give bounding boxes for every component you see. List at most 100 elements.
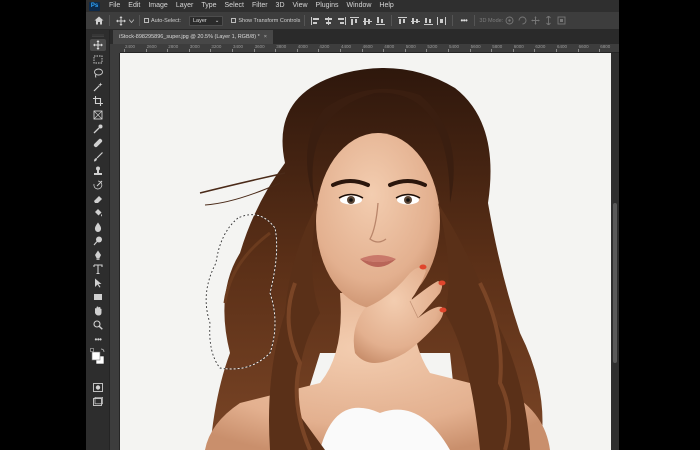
type-tool[interactable] bbox=[90, 263, 106, 275]
eyedropper-icon bbox=[93, 124, 103, 134]
auto-select-checkbox[interactable]: Auto-Select: bbox=[144, 18, 181, 24]
ruler-tick-label: 3600 bbox=[254, 44, 265, 49]
menu-window[interactable]: Window bbox=[343, 0, 376, 12]
auto-select-target-dropdown[interactable]: Layer ⌄ bbox=[188, 15, 224, 26]
ruler-tick-label: 6000 bbox=[513, 44, 524, 49]
scrollbar-thumb[interactable] bbox=[613, 203, 617, 363]
bucket-icon bbox=[93, 208, 103, 218]
3d-slide-icon[interactable] bbox=[543, 16, 554, 26]
menu-view[interactable]: View bbox=[289, 0, 312, 12]
3d-pan-icon[interactable] bbox=[530, 16, 541, 26]
horizontal-ruler[interactable]: 2400 2600 2800 3000 3200 3400 3600 3800 4000 4200… bbox=[120, 44, 619, 53]
ruler-tick-mark bbox=[556, 49, 557, 52]
zoom-tool[interactable] bbox=[90, 319, 106, 331]
ruler-tick-label: 5400 bbox=[449, 44, 460, 49]
vertical-scrollbar[interactable] bbox=[611, 53, 619, 450]
history-brush-tool[interactable] bbox=[90, 179, 106, 191]
lasso-tool[interactable] bbox=[90, 67, 106, 79]
align-right-icon[interactable] bbox=[336, 16, 347, 26]
distribute-bottom-icon[interactable] bbox=[423, 16, 434, 26]
blur-tool[interactable] bbox=[90, 221, 106, 233]
align-top-icon[interactable] bbox=[349, 16, 360, 26]
menu-select[interactable]: Select bbox=[221, 0, 248, 12]
show-transform-controls-checkbox[interactable]: Show Transform Controls bbox=[231, 18, 300, 24]
align-center-h-icon[interactable] bbox=[323, 16, 334, 26]
distribute-top-icon[interactable] bbox=[397, 16, 408, 26]
screen-mode-button[interactable] bbox=[90, 395, 106, 407]
ruler-tick-mark bbox=[124, 49, 125, 52]
ruler-tick-label: 4200 bbox=[319, 44, 330, 49]
align-bottom-icon[interactable] bbox=[375, 16, 386, 26]
ruler-tick-mark bbox=[404, 49, 406, 52]
marquee-icon bbox=[93, 55, 103, 64]
quick-mask-button[interactable] bbox=[90, 381, 106, 393]
menu-plugins[interactable]: Plugins bbox=[312, 0, 343, 12]
ruler-tick-label: 2600 bbox=[146, 44, 157, 49]
ruler-tick-label: 6400 bbox=[557, 44, 568, 49]
dodge-icon bbox=[93, 236, 103, 246]
more-icon: ••• bbox=[94, 334, 102, 344]
rect-marquee-tool[interactable] bbox=[90, 53, 106, 65]
menu-layer[interactable]: Layer bbox=[172, 0, 198, 12]
document-tab-title: iStock-898295896_super.jpg @ 20.5% (Laye… bbox=[119, 34, 260, 40]
distribute-middle-icon[interactable] bbox=[410, 16, 421, 26]
menu-filter[interactable]: Filter bbox=[248, 0, 272, 12]
separator bbox=[452, 15, 454, 26]
magic-wand-tool[interactable] bbox=[90, 81, 106, 93]
toolbar-grip[interactable] bbox=[90, 33, 106, 37]
menu-image[interactable]: Image bbox=[144, 0, 171, 12]
eyedropper-tool[interactable] bbox=[90, 123, 106, 135]
align-middle-icon[interactable] bbox=[362, 16, 373, 26]
menu-edit[interactable]: Edit bbox=[124, 0, 144, 12]
eraser-tool[interactable] bbox=[90, 193, 106, 205]
3d-scale-icon[interactable] bbox=[556, 16, 567, 26]
move-tool[interactable] bbox=[90, 39, 106, 51]
spot-healing-tool[interactable] bbox=[90, 137, 106, 149]
more-icon[interactable]: ••• bbox=[458, 16, 469, 26]
clone-stamp-tool[interactable] bbox=[90, 165, 106, 177]
type-icon bbox=[93, 264, 103, 274]
ruler-tick-mark bbox=[340, 49, 341, 52]
dodge-tool[interactable] bbox=[90, 235, 106, 247]
ruler-tick-label: 5800 bbox=[492, 44, 503, 49]
bandage-icon bbox=[93, 138, 103, 148]
chevron-down-icon[interactable] bbox=[128, 16, 134, 26]
distribute-h-icon[interactable] bbox=[436, 16, 447, 26]
3d-roll-icon[interactable] bbox=[517, 16, 528, 26]
separator bbox=[109, 15, 110, 26]
right-black-margin bbox=[619, 0, 700, 450]
document-canvas[interactable] bbox=[120, 53, 611, 450]
ruler-tick-label: 3200 bbox=[211, 44, 222, 49]
checkbox-box bbox=[231, 18, 237, 23]
ruler-tick-mark bbox=[232, 49, 233, 52]
pen-tool[interactable] bbox=[90, 249, 106, 261]
rectangle-tool[interactable] bbox=[90, 291, 106, 303]
separator bbox=[139, 15, 140, 26]
brush-tool[interactable] bbox=[90, 151, 106, 163]
ruler-tick-mark bbox=[469, 49, 471, 52]
ruler-tick-label: 6800 bbox=[600, 44, 611, 49]
align-left-icon[interactable] bbox=[310, 16, 321, 26]
hand-tool[interactable] bbox=[90, 305, 106, 317]
document-tab[interactable]: iStock-898295896_super.jpg @ 20.5% (Laye… bbox=[113, 30, 273, 44]
more-tools-button[interactable]: ••• bbox=[90, 333, 106, 345]
ruler-tick-label: 6200 bbox=[535, 44, 546, 49]
menu-help[interactable]: Help bbox=[375, 0, 397, 12]
close-icon[interactable]: × bbox=[264, 34, 267, 40]
crop-tool[interactable] bbox=[90, 95, 106, 107]
3d-orbit-icon[interactable] bbox=[504, 16, 515, 26]
frame-tool[interactable] bbox=[90, 109, 106, 121]
drop-icon bbox=[93, 222, 103, 232]
path-selection-tool[interactable] bbox=[90, 277, 106, 289]
menu-3d[interactable]: 3D bbox=[272, 0, 289, 12]
home-icon[interactable] bbox=[93, 16, 104, 26]
move-icon[interactable] bbox=[115, 15, 126, 26]
paint-bucket-tool[interactable] bbox=[90, 207, 106, 219]
eraser-icon bbox=[93, 194, 103, 204]
menu-type[interactable]: Type bbox=[197, 0, 220, 12]
menu-file[interactable]: File bbox=[105, 0, 124, 12]
vertical-ruler[interactable] bbox=[110, 53, 120, 450]
stamp-icon bbox=[93, 166, 103, 176]
ruler-tick-mark bbox=[210, 49, 212, 52]
color-swatches[interactable] bbox=[90, 347, 106, 369]
